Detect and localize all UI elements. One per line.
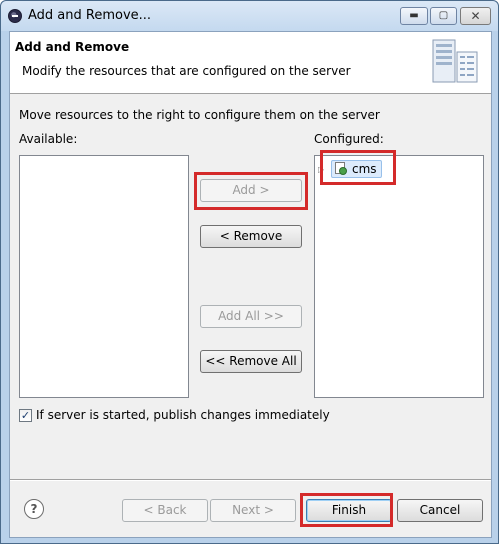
wizard-header: Add and Remove Modify the resources that…: [10, 32, 491, 94]
dialog-content: Add and Remove Modify the resources that…: [9, 31, 492, 538]
add-all-button[interactable]: Add All >>: [200, 305, 302, 328]
highlight-configured-item: [320, 150, 396, 185]
highlight-finish-button: [300, 493, 393, 527]
publish-checkbox[interactable]: ✓: [19, 408, 32, 422]
remove-all-button[interactable]: << Remove All: [200, 350, 302, 373]
highlight-add-button: [194, 172, 308, 210]
next-button[interactable]: Next >: [210, 499, 296, 522]
eclipse-icon: [8, 9, 22, 23]
close-button[interactable]: ✕: [460, 7, 491, 25]
back-button[interactable]: < Back: [122, 499, 208, 522]
header-title: Add and Remove: [15, 40, 130, 54]
available-label: Available:: [19, 132, 78, 146]
publish-option[interactable]: ✓ If server is started, publish changes …: [19, 408, 330, 422]
configured-label: Configured:: [314, 132, 384, 146]
cancel-button[interactable]: Cancel: [397, 499, 483, 522]
publish-label: If server is started, publish changes im…: [36, 408, 330, 422]
available-list[interactable]: [19, 155, 189, 398]
help-icon[interactable]: ?: [24, 499, 44, 519]
header-description: Modify the resources that are configured…: [22, 64, 351, 78]
server-icon: [432, 39, 478, 83]
configured-list[interactable]: ▷ cms: [314, 155, 484, 398]
title-bar: Add and Remove... ▬ ▢ ✕: [1, 1, 498, 31]
maximize-button[interactable]: ▢: [430, 7, 457, 25]
window-title: Add and Remove...: [28, 8, 152, 23]
remove-button[interactable]: < Remove: [200, 225, 302, 248]
minimize-button[interactable]: ▬: [400, 7, 428, 25]
instruction-text: Move resources to the right to configure…: [19, 108, 380, 122]
footer-separator: [10, 479, 491, 481]
dialog-window: Add and Remove... ▬ ▢ ✕ Add and Remove M…: [0, 0, 499, 544]
